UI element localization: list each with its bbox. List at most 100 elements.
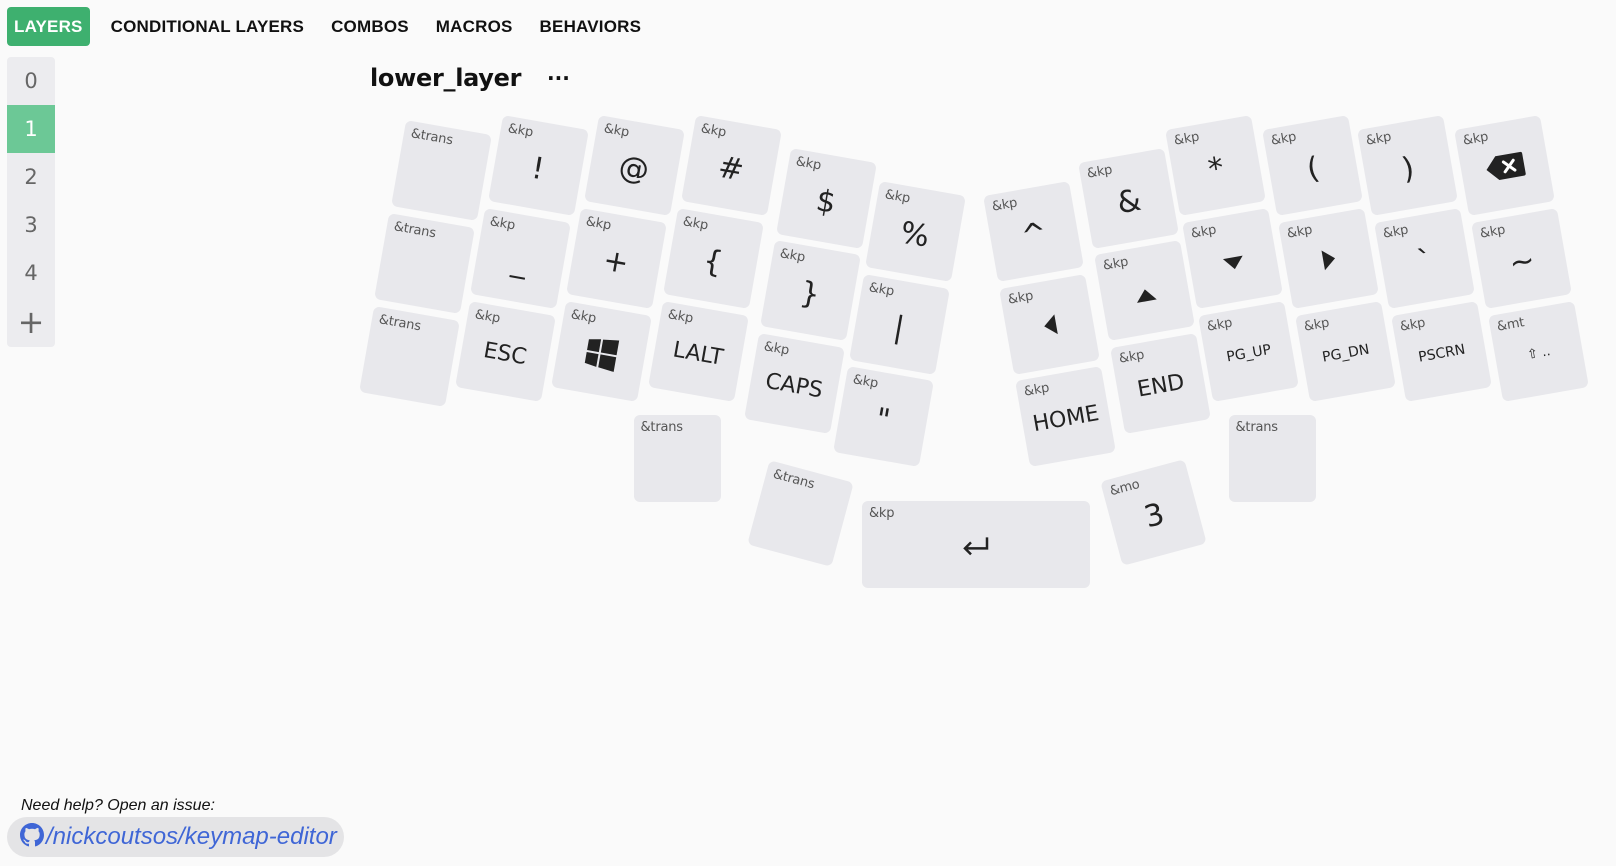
key[interactable]: &kp { bbox=[662, 207, 764, 309]
key-legend: ESC bbox=[481, 337, 529, 370]
key[interactable]: &kp LALT bbox=[647, 300, 749, 402]
key[interactable]: &kp ( bbox=[1261, 114, 1363, 216]
key[interactable]: &kp bbox=[1453, 114, 1555, 216]
key-legend: ( bbox=[1303, 149, 1322, 187]
key-behavior: &kp bbox=[1269, 129, 1297, 149]
key[interactable]: &kp PG_DN bbox=[1294, 300, 1396, 402]
key-legend: ^ bbox=[1018, 214, 1049, 254]
key-legend: PSCRN bbox=[1416, 340, 1466, 365]
key[interactable]: &kp ` bbox=[1373, 207, 1475, 309]
key-legend bbox=[366, 348, 452, 363]
return-icon bbox=[862, 532, 1090, 563]
key[interactable]: &trans bbox=[358, 305, 460, 407]
repo-link-label: /nickcoutsos/keymap-editor bbox=[46, 823, 337, 850]
key[interactable]: &kp! bbox=[487, 114, 589, 216]
key-behavior: &kp bbox=[506, 120, 534, 140]
key-behavior: &trans bbox=[377, 311, 422, 334]
key-behavior: &kp bbox=[1205, 315, 1233, 335]
key-legend bbox=[758, 502, 842, 525]
key[interactable]: &kp & bbox=[1077, 147, 1179, 249]
key-behavior: &kp bbox=[851, 371, 879, 391]
key[interactable]: &kp bbox=[1093, 239, 1195, 341]
key[interactable]: &trans bbox=[373, 212, 475, 314]
key[interactable]: &kp ESC bbox=[454, 300, 556, 402]
key-legend: & bbox=[1113, 181, 1144, 221]
key-behavior: &kp bbox=[1398, 315, 1426, 335]
key-behavior: &kp bbox=[569, 306, 597, 326]
key[interactable]: &kp PSCRN bbox=[1390, 300, 1492, 402]
key[interactable]: &trans bbox=[1228, 414, 1316, 502]
key[interactable]: &kp% bbox=[864, 180, 966, 282]
key-behavior: &kp bbox=[699, 120, 727, 140]
key-legend: * bbox=[1205, 149, 1226, 187]
key-legend: ~ bbox=[1506, 241, 1537, 281]
key[interactable]: &mt ⇧ .. bbox=[1487, 300, 1589, 402]
key[interactable]: &kp HOME bbox=[1014, 365, 1116, 467]
key[interactable]: &kp ~ bbox=[1470, 207, 1572, 309]
key-behavior: &kp bbox=[666, 306, 694, 326]
key-legend: } bbox=[797, 274, 822, 312]
key[interactable]: &kp + bbox=[565, 207, 667, 309]
key-behavior: &trans bbox=[409, 125, 454, 148]
key[interactable]: &kp bbox=[550, 300, 652, 402]
key[interactable]: &kp * bbox=[1164, 114, 1266, 216]
key-legend: | bbox=[890, 308, 907, 346]
key-behavior: &kp bbox=[1302, 315, 1330, 335]
key[interactable]: &kp END bbox=[1109, 332, 1211, 434]
key-behavior: &kp bbox=[584, 213, 612, 233]
key-legend bbox=[381, 255, 467, 270]
key-behavior: &kp bbox=[762, 338, 790, 358]
key[interactable]: &kp bbox=[862, 500, 1090, 588]
key[interactable]: &trans bbox=[746, 459, 854, 567]
key[interactable]: &kp bbox=[998, 273, 1100, 375]
key-behavior: &kp bbox=[883, 186, 911, 206]
key[interactable]: &kp PG_UP bbox=[1197, 300, 1299, 402]
key[interactable]: &trans bbox=[390, 119, 492, 221]
key-legend: ⇧ .. bbox=[1525, 343, 1552, 362]
key-legend: ` bbox=[1414, 242, 1435, 280]
key[interactable]: &kp | bbox=[848, 273, 950, 375]
key[interactable]: &kp $ bbox=[775, 147, 877, 249]
key-legend: _ bbox=[509, 242, 530, 280]
key[interactable]: &mo 3 bbox=[1099, 458, 1207, 566]
key[interactable]: &kp CAPS bbox=[743, 332, 845, 434]
key[interactable]: &kp " bbox=[832, 365, 934, 467]
key-legend: 3 bbox=[1140, 495, 1168, 535]
key-behavior: &kp bbox=[869, 505, 895, 521]
key-behavior: &kp bbox=[990, 195, 1018, 215]
key-legend: PG_UP bbox=[1224, 340, 1272, 365]
key[interactable]: &kp @ bbox=[583, 114, 685, 216]
key[interactable]: &kp bbox=[1181, 207, 1283, 309]
key[interactable]: &kp _ bbox=[469, 207, 571, 309]
key-legend: LALT bbox=[670, 336, 725, 370]
key[interactable]: &kp} bbox=[759, 239, 861, 341]
key-behavior: &kp bbox=[1006, 288, 1034, 308]
key-legend: HOME bbox=[1030, 400, 1101, 437]
key-behavior: &kp bbox=[1364, 129, 1392, 149]
key-behavior: &kp bbox=[1101, 254, 1129, 274]
windows-icon bbox=[554, 329, 646, 382]
key-legend: + bbox=[600, 241, 631, 281]
key-behavior: &kp bbox=[488, 213, 516, 233]
github-repo-link[interactable]: /nickcoutsos/keymap-editor bbox=[7, 817, 344, 857]
key-behavior: &kp bbox=[681, 213, 709, 233]
key-behavior: &trans bbox=[770, 466, 816, 492]
key[interactable]: &kp # bbox=[680, 114, 782, 216]
key[interactable]: &trans bbox=[633, 414, 721, 502]
key[interactable]: &kp ^ bbox=[982, 180, 1084, 282]
key-behavior: &kp bbox=[1022, 380, 1050, 400]
key-legend: " bbox=[872, 400, 893, 438]
key-behavior: &kp bbox=[794, 153, 822, 173]
key-behavior: &kp bbox=[1381, 222, 1409, 242]
key[interactable]: &kp) bbox=[1356, 114, 1458, 216]
key-behavior: &kp bbox=[602, 120, 630, 140]
key-behavior: &kp bbox=[867, 279, 895, 299]
key-legend: # bbox=[715, 148, 746, 188]
arrow-right-icon bbox=[1283, 239, 1374, 284]
key-legend bbox=[398, 162, 484, 177]
key-behavior: &kp bbox=[1285, 222, 1313, 242]
key-behavior: &kp bbox=[778, 245, 806, 265]
key[interactable]: &kp bbox=[1277, 207, 1379, 309]
key-behavior: &kp bbox=[1478, 222, 1506, 242]
key-legend: CAPS bbox=[763, 367, 825, 403]
